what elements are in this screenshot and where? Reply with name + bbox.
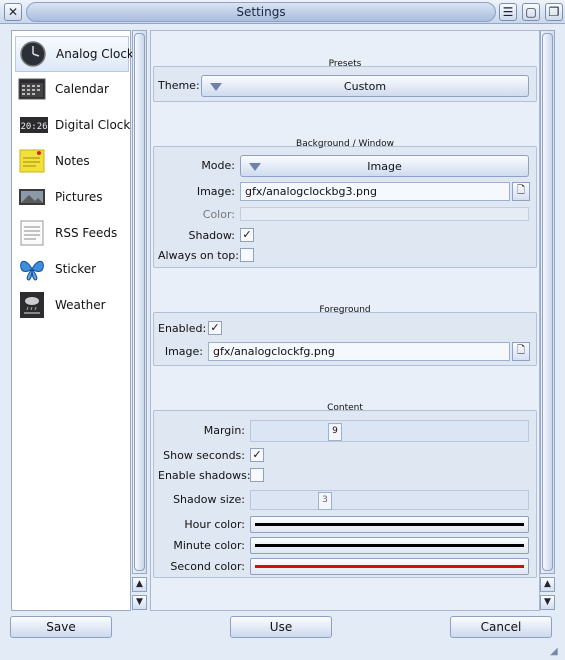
sidebar-item-weather[interactable]: Weather	[15, 288, 127, 322]
window-title: Settings	[236, 5, 286, 19]
panel-scrollbar[interactable]	[540, 30, 555, 574]
resize-grip-icon[interactable]: ◢	[550, 646, 562, 658]
sidebar-item-analog-clock[interactable]: Analog Clock	[15, 36, 134, 72]
sidebar-item-notes[interactable]: Notes	[15, 144, 127, 178]
shadow-size-spinbox[interactable]: 3	[250, 490, 529, 510]
panel-scroll-up-button[interactable]: ▲	[540, 577, 555, 592]
maximize-button[interactable]: ❐	[545, 3, 563, 21]
content-title: Content	[327, 403, 363, 413]
shadow-size-value: 3	[318, 492, 332, 510]
sidebar-scroll-up-button[interactable]: ▲	[132, 577, 147, 592]
notes-icon	[19, 149, 45, 173]
menu-icon: ☰	[502, 5, 514, 19]
arrow-up-icon: ▲	[136, 579, 143, 589]
sidebar-item-pictures[interactable]: Pictures	[15, 180, 127, 214]
sidebar-item-label: Pictures	[55, 190, 103, 204]
file-icon: 🗋	[516, 345, 526, 356]
sidebar-item-label: Digital Clock	[55, 118, 131, 132]
sidebar-scrollbar[interactable]	[132, 30, 147, 574]
background-title: Background / Window	[296, 139, 394, 149]
minimize-icon: ▢	[525, 5, 537, 19]
sidebar-item-label: Notes	[55, 154, 90, 168]
pictures-icon	[19, 189, 45, 205]
check-icon: ✓	[210, 321, 220, 334]
rss-feeds-icon	[20, 220, 44, 246]
minute-color-button[interactable]	[250, 537, 529, 554]
enabled-label: Enabled:	[158, 322, 207, 335]
file-icon: 🗋	[516, 185, 526, 196]
margin-label: Margin:	[203, 424, 245, 437]
sidebar-scroll-handle[interactable]	[134, 33, 145, 571]
mode-select[interactable]: Image	[240, 155, 529, 177]
analog-clock-icon	[20, 41, 46, 67]
presets-title: Presets	[328, 59, 362, 69]
fg-image-field[interactable]: gfx/analogclockfg.png	[208, 342, 510, 361]
theme-value: Custom	[343, 80, 387, 93]
cancel-button[interactable]: Cancel	[450, 616, 552, 638]
second-color-button[interactable]	[250, 558, 529, 575]
enable-shadows-checkbox[interactable]	[250, 468, 264, 482]
menu-button[interactable]: ☰	[499, 3, 517, 21]
maximize-icon: ❐	[548, 5, 560, 19]
fg-image-label: Image:	[164, 345, 203, 358]
digital-clock-icon: 20:26	[20, 117, 48, 133]
panel-scroll-down-button[interactable]: ▼	[540, 595, 555, 610]
sidebar-item-label: Calendar	[55, 82, 109, 96]
hour-color-swatch	[255, 523, 524, 526]
arrow-down-icon: ▼	[544, 597, 551, 607]
second-color-swatch	[255, 565, 524, 568]
shadow-checkbox[interactable]: ✓	[240, 228, 254, 242]
sidebar-item-calendar[interactable]: Calendar	[15, 72, 127, 106]
show-seconds-checkbox[interactable]: ✓	[250, 448, 264, 462]
shadow-size-label: Shadow size:	[173, 493, 245, 506]
check-icon: ✓	[252, 448, 262, 461]
mode-label: Mode:	[201, 159, 235, 172]
enable-shadows-label: Enable shadows:	[158, 469, 251, 482]
calendar-icon	[18, 78, 46, 100]
minute-color-swatch	[255, 544, 524, 547]
enabled-checkbox[interactable]: ✓	[208, 321, 222, 335]
theme-label: Theme:	[158, 79, 200, 92]
sidebar-item-rss-feeds[interactable]: RSS Feeds	[15, 216, 127, 250]
arrow-down-icon: ▼	[136, 597, 143, 607]
minute-color-label: Minute color:	[173, 539, 245, 552]
sidebar-item-label: RSS Feeds	[55, 226, 118, 240]
digital-clock-time: 20:26	[20, 122, 47, 132]
mode-value: Image	[367, 160, 402, 173]
fg-image-browse-button[interactable]: 🗋	[512, 342, 530, 361]
weather-icon	[20, 292, 44, 318]
sidebar-item-sticker[interactable]: Sticker	[15, 252, 127, 286]
sidebar-item-label: Analog Clock	[56, 47, 134, 61]
hour-color-label: Hour color:	[184, 518, 245, 531]
close-button[interactable]: ✕	[4, 3, 22, 21]
use-button[interactable]: Use	[230, 616, 332, 638]
bg-image-field[interactable]: gfx/analogclockbg3.png	[240, 182, 510, 201]
second-color-label: Second color:	[170, 560, 245, 573]
bg-image-label: Image:	[196, 185, 235, 198]
bg-image-browse-button[interactable]: 🗋	[512, 182, 530, 201]
foreground-title: Foreground	[319, 305, 371, 315]
sidebar-item-digital-clock[interactable]: 20:26 Digital Clock	[15, 108, 131, 142]
check-icon: ✓	[242, 228, 252, 241]
color-label: Color:	[202, 208, 235, 221]
hour-color-button[interactable]	[250, 516, 529, 533]
show-seconds-label: Show seconds:	[163, 449, 245, 462]
sticker-icon	[20, 260, 44, 281]
bg-color-button[interactable]	[240, 207, 529, 221]
panel-scroll-handle[interactable]	[542, 33, 553, 571]
close-icon: ✕	[7, 5, 19, 19]
margin-value: 9	[328, 423, 342, 441]
margin-spinbox[interactable]: 9	[250, 420, 529, 442]
sidebar-item-label: Sticker	[55, 262, 97, 276]
always-on-top-label: Always on top:	[158, 249, 239, 262]
save-button[interactable]: Save	[10, 616, 112, 638]
minimize-button[interactable]: ▢	[522, 3, 540, 21]
sidebar-scroll-down-button[interactable]: ▼	[132, 595, 147, 610]
arrow-up-icon: ▲	[544, 579, 551, 589]
shadow-label: Shadow:	[188, 229, 235, 242]
sidebar: Analog Clock Calendar 20:26 Digital Cloc…	[11, 30, 134, 611]
always-on-top-checkbox[interactable]	[240, 248, 254, 262]
theme-select[interactable]: Custom	[201, 75, 529, 97]
sidebar-item-label: Weather	[55, 298, 106, 312]
